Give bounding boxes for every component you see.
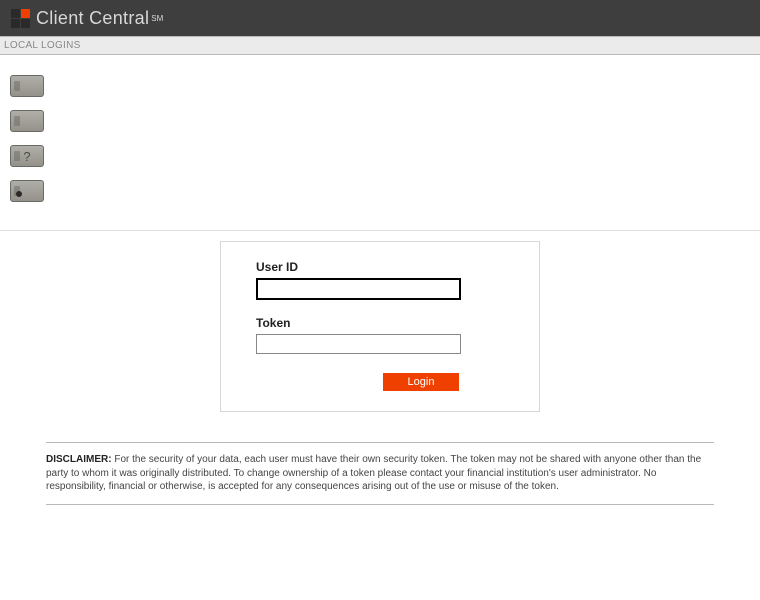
login-button[interactable]: Login	[383, 373, 459, 391]
disclaimer-body: For the security of your data, each user…	[46, 454, 701, 492]
app-header: Client Central SM	[0, 0, 760, 36]
password-card-icon[interactable]	[10, 180, 44, 202]
token-input[interactable]	[256, 334, 461, 354]
brand-logo-icon	[10, 8, 30, 28]
login-section: User ID Token Login	[0, 231, 760, 442]
local-logins-panel	[0, 55, 760, 231]
token-label: Token	[256, 316, 504, 330]
login-card-icon-1[interactable]	[10, 75, 44, 97]
subheader-label: LOCAL LOGINS	[4, 40, 81, 51]
divider-bottom	[46, 504, 714, 505]
brand-name: Client Central	[36, 8, 149, 29]
disclaimer-text: DISCLAIMER: For the security of your dat…	[46, 443, 714, 504]
disclaimer-section: DISCLAIMER: For the security of your dat…	[0, 442, 760, 505]
disclaimer-heading: DISCLAIMER:	[46, 454, 112, 465]
user-id-label: User ID	[256, 260, 504, 274]
user-id-input[interactable]	[256, 278, 461, 300]
login-form: User ID Token Login	[220, 241, 540, 412]
login-card-icon-2[interactable]	[10, 110, 44, 132]
subheader-bar: LOCAL LOGINS	[0, 36, 760, 55]
help-card-icon[interactable]	[10, 145, 44, 167]
brand-mark: SM	[151, 14, 163, 23]
